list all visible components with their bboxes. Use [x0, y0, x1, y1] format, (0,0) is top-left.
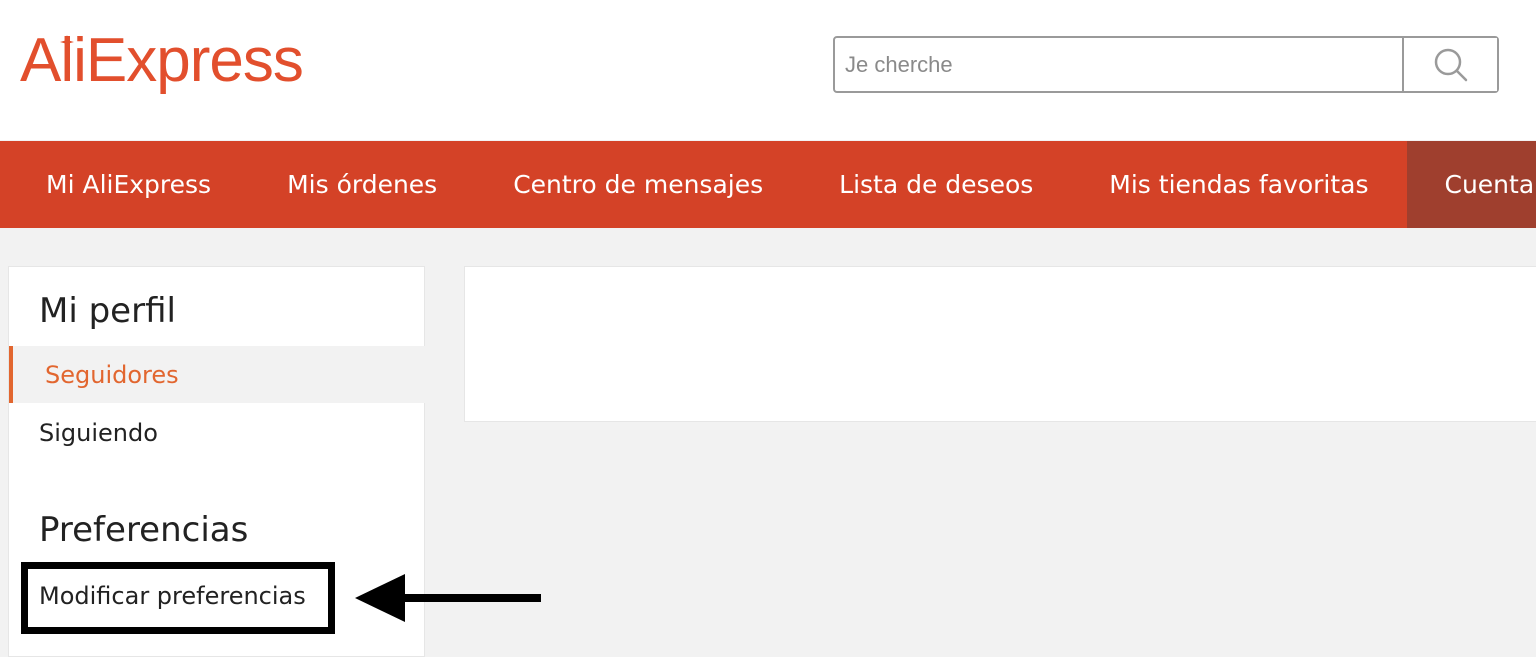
- nav-item-centro-de-mensajes[interactable]: Centro de mensajes: [475, 141, 801, 228]
- content-panel: [464, 266, 1536, 422]
- search-icon: [1434, 48, 1467, 81]
- arrow-left-icon: [355, 574, 541, 622]
- section-heading-preferencias: Preferencias: [39, 510, 249, 550]
- highlight-box: [21, 562, 335, 634]
- nav-item-mi-aliexpress[interactable]: Mi AliExpress: [0, 141, 249, 228]
- search-button[interactable]: [1402, 38, 1497, 91]
- search-input[interactable]: [835, 38, 1402, 91]
- nav-item-cuenta[interactable]: Cuenta: [1406, 141, 1536, 228]
- header: AliExpress: [0, 0, 1536, 140]
- nav-item-mis-tiendas-favoritas[interactable]: Mis tiendas favoritas: [1071, 141, 1406, 228]
- section-heading-mi-perfil: Mi perfil: [39, 291, 176, 331]
- nav-item-lista-de-deseos[interactable]: Lista de deseos: [801, 141, 1071, 228]
- search-box: [833, 36, 1499, 93]
- nav-item-mis-ordenes[interactable]: Mis órdenes: [249, 141, 475, 228]
- sidebar-item-seguidores[interactable]: Seguidores: [9, 346, 425, 403]
- logo-sparkle-icon: [60, 35, 74, 49]
- main-nav: Mi AliExpress Mis órdenes Centro de mens…: [0, 141, 1536, 228]
- sidebar-item-siguiendo[interactable]: Siguiendo: [9, 404, 425, 461]
